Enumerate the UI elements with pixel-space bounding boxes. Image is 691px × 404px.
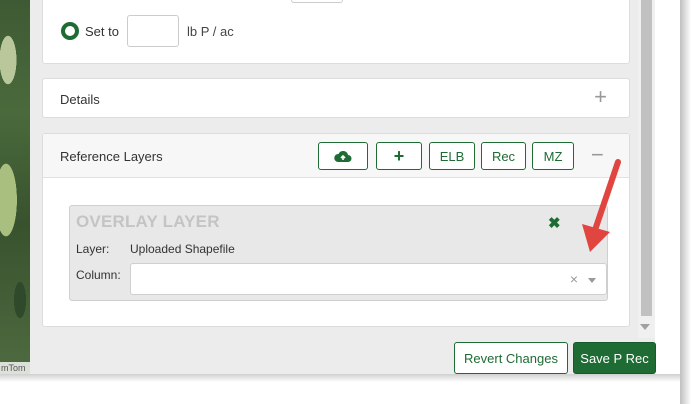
reference-layers-header: Reference Layers + ELB Rec MZ −: [43, 134, 629, 178]
details-title: Details: [60, 92, 100, 107]
chevron-down-icon[interactable]: [588, 278, 596, 283]
set-to-row: Set to lb P / ac: [61, 15, 234, 47]
set-to-label: Set to: [85, 23, 119, 39]
upload-layer-button[interactable]: [318, 142, 368, 170]
layer-value: Uploaded Shapefile: [130, 242, 235, 256]
rec-layer-button[interactable]: Rec: [481, 142, 526, 170]
satellite-map[interactable]: [0, 0, 30, 374]
rate-unit-label: lb P / ac: [186, 23, 234, 39]
window-shadow-right: [680, 0, 691, 404]
reference-layers-title: Reference Layers: [60, 149, 163, 164]
remove-overlay-icon[interactable]: ✖: [548, 214, 561, 232]
elb-layer-button[interactable]: ELB: [429, 142, 475, 170]
scroll-down-icon[interactable]: [640, 324, 650, 330]
overlay-layer-title: OVERLAY LAYER: [76, 212, 220, 231]
set-to-input[interactable]: [126, 15, 179, 47]
save-p-rec-button[interactable]: Save P Rec: [573, 342, 656, 374]
annotation-arrow-icon: [582, 159, 621, 252]
mz-layer-button[interactable]: MZ: [532, 142, 574, 170]
add-layer-button[interactable]: +: [376, 142, 422, 170]
overlay-layer-card: OVERLAY LAYER ✖ Layer: Uploaded Shapefil…: [69, 205, 608, 301]
revert-changes-button[interactable]: Revert Changes: [454, 342, 568, 374]
set-to-radio[interactable]: [61, 22, 79, 40]
rate-card: Set to lb P / ac: [42, 0, 630, 64]
map-attribution: mTom: [0, 362, 30, 374]
column-select[interactable]: ×: [130, 263, 607, 295]
details-expand-icon[interactable]: +: [594, 86, 607, 108]
reference-layers-section: Reference Layers + ELB Rec MZ − OVERLAY …: [42, 133, 630, 327]
layer-label: Layer:: [76, 242, 110, 256]
clear-selection-icon[interactable]: ×: [570, 271, 578, 287]
window-shadow: [0, 374, 680, 404]
rate-option-input[interactable]: [291, 0, 343, 3]
details-section[interactable]: Details +: [42, 78, 630, 118]
scrollbar-thumb[interactable]: [641, 0, 652, 316]
column-label: Column:: [76, 268, 121, 282]
cloud-upload-icon: [334, 150, 352, 162]
